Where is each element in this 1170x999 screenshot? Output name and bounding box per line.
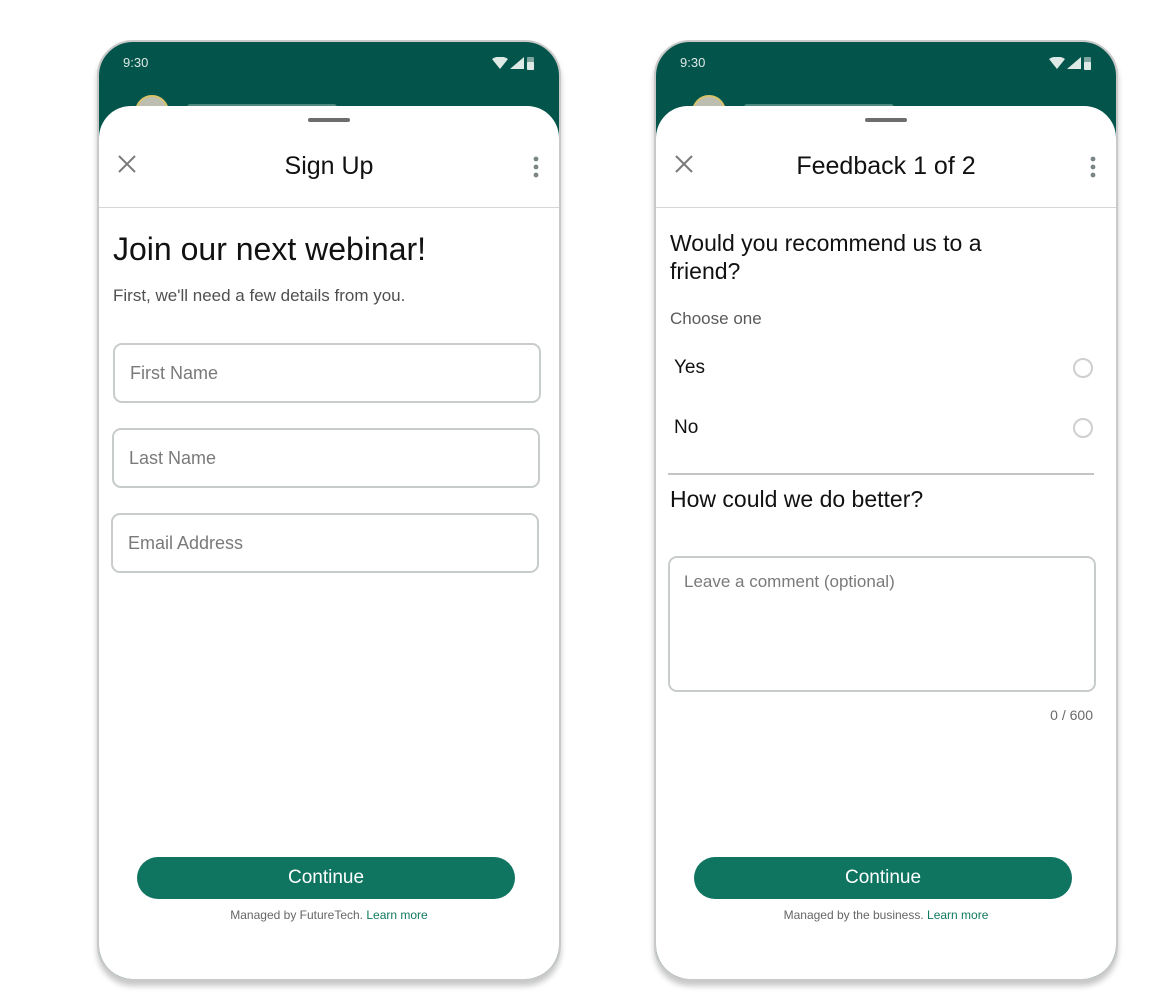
battery-icon — [1084, 57, 1091, 70]
comment-textarea[interactable] — [668, 556, 1096, 692]
question-title: How could we do better? — [670, 486, 924, 512]
status-time: 9:30 — [123, 55, 149, 70]
drag-handle[interactable] — [308, 118, 350, 122]
wifi-icon — [1049, 57, 1065, 69]
divider — [668, 473, 1094, 475]
status-bar: 9:30 — [656, 42, 1116, 86]
sheet-title: Sign Up — [284, 152, 374, 180]
email-input[interactable] — [111, 513, 539, 573]
learn-more-link[interactable]: Learn more — [366, 908, 427, 922]
question-hint: Choose one — [670, 309, 762, 328]
managed-by-text: Managed by FutureTech. — [230, 908, 364, 922]
first-name-input[interactable] — [113, 343, 541, 403]
option-label: Yes — [674, 357, 705, 378]
drag-handle[interactable] — [865, 118, 907, 122]
question-title: Would you recommend us to a friend? — [670, 230, 982, 284]
last-name-input[interactable] — [112, 428, 540, 488]
sheet-header: Sign Up — [99, 136, 559, 208]
phone-feedback: 9:30 Feedback 1 of 2 Would you recommend… — [654, 40, 1118, 981]
bottom-sheet: Feedback 1 of 2 Would you recommend us t… — [656, 106, 1116, 979]
signal-icon — [510, 57, 524, 69]
learn-more-link[interactable]: Learn more — [927, 908, 988, 922]
continue-button[interactable]: Continue — [137, 857, 515, 899]
more-vertical-icon[interactable] — [531, 156, 541, 178]
status-bar: 9:30 — [99, 42, 559, 86]
hero-title: Join our next webinar! — [113, 231, 427, 267]
sheet-title: Feedback 1 of 2 — [796, 152, 976, 180]
continue-button[interactable]: Continue — [694, 857, 1072, 899]
bottom-sheet: Sign Up Join our next webinar! First, we… — [99, 106, 559, 979]
radio-button[interactable] — [1073, 418, 1093, 438]
hero-subtitle: First, we'll need a few details from you… — [113, 286, 406, 305]
phone-signup: 9:30 Sign Up Join our next webinar! Firs… — [97, 40, 561, 981]
managed-by-text: Managed by the business. — [783, 908, 924, 922]
option-yes[interactable]: Yes — [670, 345, 1096, 393]
managed-by-footer: Managed by the business. Learn more — [656, 908, 1116, 922]
battery-icon — [527, 57, 534, 70]
managed-by-footer: Managed by FutureTech. Learn more — [99, 908, 559, 922]
option-no[interactable]: No — [670, 405, 1096, 453]
character-counter: 0 / 600 — [1050, 707, 1093, 723]
more-vertical-icon[interactable] — [1088, 156, 1098, 178]
radio-button[interactable] — [1073, 358, 1093, 378]
status-time: 9:30 — [680, 55, 706, 70]
wifi-icon — [492, 57, 508, 69]
option-label: No — [674, 417, 699, 438]
signal-icon — [1067, 57, 1081, 69]
sheet-header: Feedback 1 of 2 — [656, 136, 1116, 208]
